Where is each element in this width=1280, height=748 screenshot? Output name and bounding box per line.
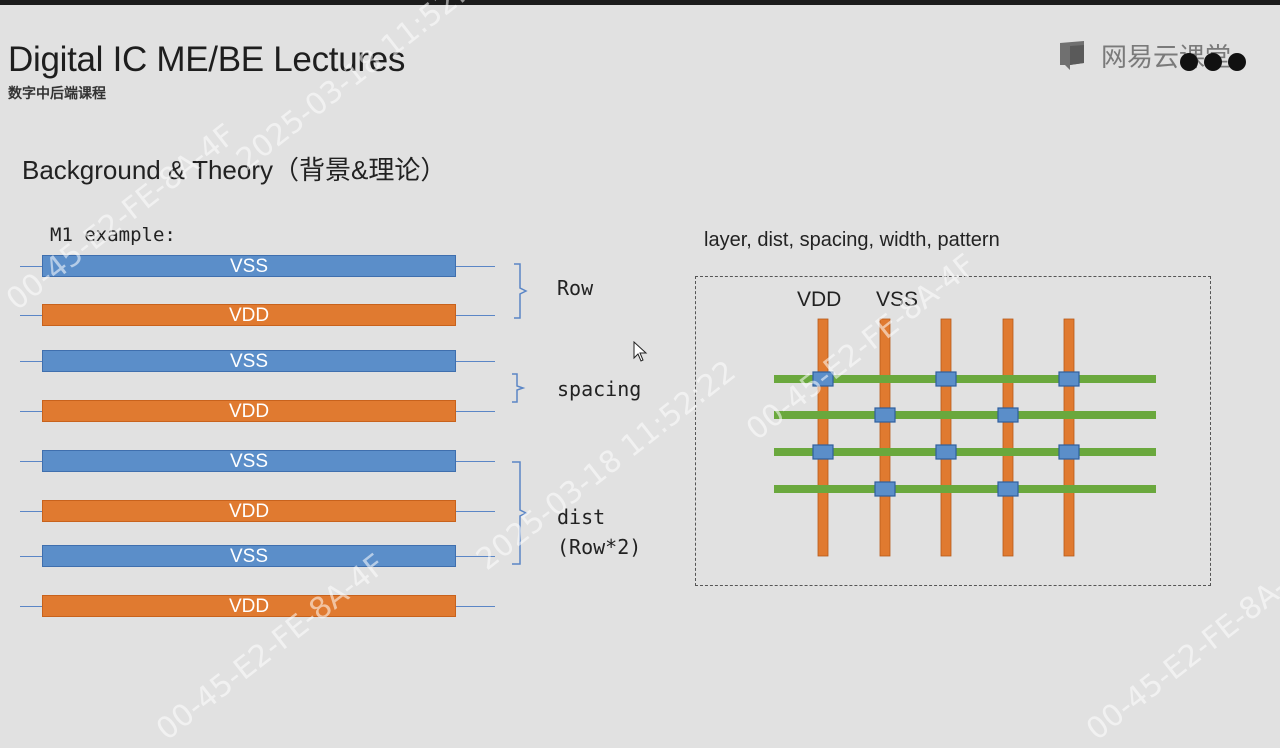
- via-square: [812, 371, 834, 387]
- via-square: [1058, 371, 1080, 387]
- via-square: [812, 444, 834, 460]
- horizontal-power-stripe: [774, 485, 1156, 493]
- via-square: [1058, 444, 1080, 460]
- vertical-power-stripe: [879, 318, 891, 557]
- power-grid-diagram: [774, 318, 1156, 557]
- via-square: [935, 371, 957, 387]
- via-square: [874, 481, 896, 497]
- horizontal-power-stripe: [774, 411, 1156, 419]
- via-square: [935, 444, 957, 460]
- vertical-power-stripe: [1002, 318, 1014, 557]
- vertical-power-stripe: [1063, 318, 1075, 557]
- vertical-power-stripe: [817, 318, 829, 557]
- via-square: [997, 407, 1019, 423]
- via-square: [874, 407, 896, 423]
- via-square: [997, 481, 1019, 497]
- vertical-power-stripe: [940, 318, 952, 557]
